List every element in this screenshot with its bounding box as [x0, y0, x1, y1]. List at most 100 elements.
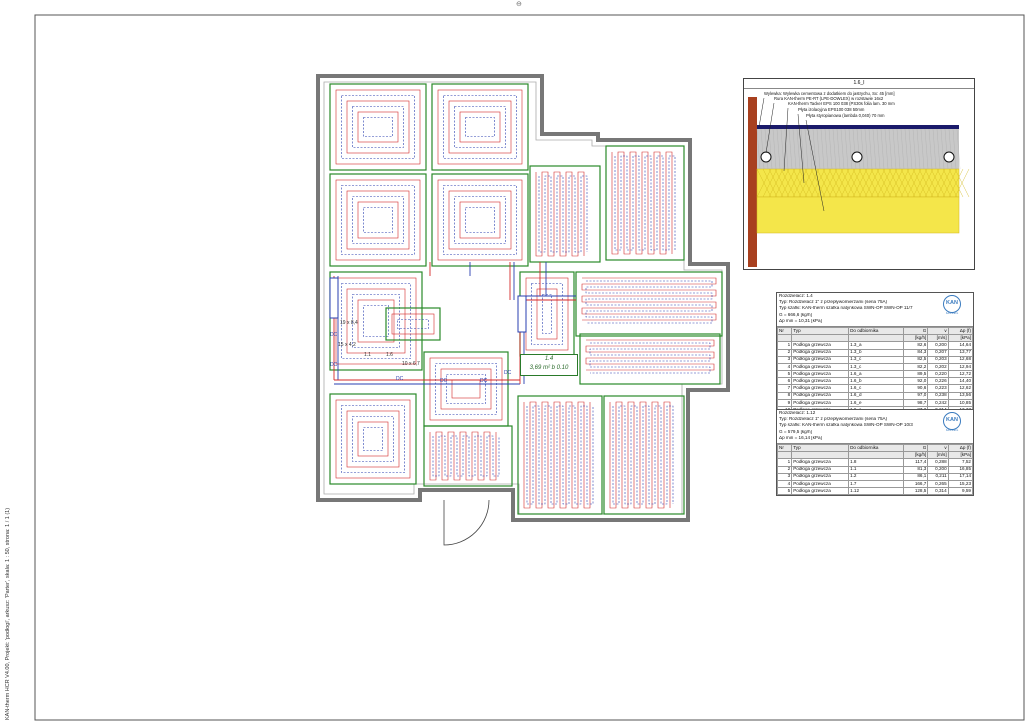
table-row: 8 Podłoga grzewcza 1.6_d 97,0 0,238 13,56 — [776, 391, 974, 400]
table-cell: 3 — [776, 355, 793, 364]
manifold-dc-mark: DC — [330, 332, 338, 338]
zone-loops — [335, 399, 411, 479]
pipe-loop — [440, 368, 492, 410]
pipe-loop — [448, 190, 512, 250]
table-header-cell: [kg/h] — [902, 451, 929, 460]
table-row: 3 Podłoga grzewcza 1.2 86,1 0,211 17,14 — [776, 472, 974, 481]
table-header-cell: [m/s] — [927, 334, 949, 343]
floor-cross-section: 1.6_I Wylewka: Wylewka cementowa z dodat… — [743, 78, 975, 270]
zone-loops — [335, 89, 421, 165]
kan-logo-sub: KAN-therm — [945, 312, 959, 315]
pipe-loop — [346, 100, 410, 154]
section-pipe — [851, 151, 863, 163]
table-header-cell: [kg/h] — [902, 334, 929, 343]
table-row: 4 Podłoga grzewcza 1.7 166,7 0,265 15,23 — [776, 479, 974, 489]
table-row: 4 Podłoga grzewcza 1.3_c 82,2 0,202 12,94 — [776, 362, 974, 372]
kan-logo: KAN KAN-therm — [937, 412, 967, 434]
table-2-line: Δp min = 16,14 [kPa] — [779, 435, 822, 440]
table-header-cell: Δp (f) — [947, 443, 974, 453]
manifold-note: 10 x 6,7 — [402, 361, 420, 367]
table-cell: 1.6_c — [848, 384, 904, 393]
pipe-loop — [352, 416, 394, 462]
table-cell: 1.3_b — [848, 348, 904, 357]
table-header-cell: Nr — [776, 326, 793, 336]
table-header-cell: Do odbiornika — [848, 443, 904, 453]
table-cell: 1.2 — [848, 472, 904, 481]
table-cell: Podłoga grzewcza — [791, 479, 850, 489]
table-row: 2 Podłoga grzewcza 1.1 81,3 0,200 16,85 — [776, 465, 974, 474]
table-cell: 128,5 — [902, 487, 929, 496]
table-2-head: Nr Typ Do odbiornika Gv Δp (f) [kg/h] [m/s] [kP… — [776, 443, 974, 460]
kan-logo-mark: KAN — [943, 295, 961, 313]
table-header-cell — [848, 334, 904, 343]
table-header-cell: Do odbiornika — [848, 326, 904, 336]
table-row: 1 Podłoga grzewcza 1.3_a 82,6 0,200 14,64 — [776, 341, 974, 350]
table-row: 5 Podłoga grzewcza 1.6_a 89,5 0,220 12,72 — [776, 370, 974, 379]
zone-loops — [609, 401, 674, 509]
pipe-loop — [363, 305, 389, 337]
zone-loops — [335, 179, 421, 261]
manifold-note: 1.1 — [364, 352, 371, 358]
pipe-loop-supply — [535, 171, 585, 257]
table-cell: Podłoga grzewcza — [791, 487, 850, 496]
zone-loops — [585, 339, 715, 374]
table-cell: 3 — [776, 472, 793, 481]
table-header-cell — [776, 334, 793, 343]
table-header-cell — [776, 451, 793, 460]
table-cell: Podłoga grzewcza — [791, 458, 850, 467]
pipe-loop — [363, 427, 383, 451]
table-cell: 82,5 — [902, 355, 929, 364]
table-cell: Podłoga grzewcza — [791, 377, 850, 386]
zone-label-name: 1.4 — [544, 356, 554, 362]
zone-loops — [535, 171, 588, 257]
table-cell: 10,85 — [947, 398, 974, 408]
screed-layer — [757, 129, 959, 169]
pipe-loop — [459, 111, 501, 143]
table-cell: 84,3 — [902, 348, 929, 357]
table-cell: 16,85 — [947, 465, 974, 474]
table-row: 3 Podłoga grzewcza 1.3_c 82,5 0,203 12,68 — [776, 355, 974, 364]
manifold-note: 19 x 8,4 — [340, 320, 358, 326]
table-cell: 1 — [776, 458, 793, 467]
table-cell: 12,68 — [947, 355, 974, 364]
table-header-cell: Nr — [776, 443, 793, 453]
table-cell: 14,40 — [947, 377, 974, 386]
heating-zone — [329, 173, 427, 267]
pipe-loop — [335, 179, 421, 261]
table-cell: 1.6_e — [848, 398, 904, 408]
pipe-loop — [346, 190, 410, 250]
table-cell: Podłoga grzewcza — [791, 362, 850, 372]
insulation-thick — [756, 196, 960, 234]
table-row: 2 Podłoga grzewcza 1.3_b 84,3 0,207 13,77 — [776, 348, 974, 357]
table-cell: 81,3 — [902, 465, 929, 474]
table-header-cell: G — [902, 326, 929, 336]
table-cell: 14,64 — [947, 341, 974, 350]
pipe-loop — [448, 100, 512, 154]
zone-label-box[interactable]: 1.4 3,69 m² b 0.10 — [520, 354, 578, 376]
table-cell: 92,0 — [902, 377, 929, 386]
table-cell: 5 — [776, 487, 793, 496]
table-cell: 1.6_d — [848, 391, 904, 400]
pipe-loop — [454, 196, 506, 244]
table-cell: 2 — [776, 348, 793, 357]
manifold-2 — [517, 295, 527, 333]
manifold-dc-mark: DC — [440, 378, 448, 384]
drawing-sheet: ⊖ KAN-therm HCR V4.00, Projekt: 'podłogi… — [0, 0, 1029, 728]
heating-zone — [329, 393, 417, 485]
layer-note: Płyta izolacyjna EPS100 038 50mm — [798, 107, 865, 112]
table-cell: 0,242 — [927, 398, 949, 408]
pipe-loop — [435, 363, 497, 415]
door-swing — [443, 499, 490, 546]
table-row: 7 Podłoga grzewcza 1.6_c 90,6 0,223 12,62 — [776, 384, 974, 393]
zone-label-value: 3,69 m² b 0.10 — [529, 365, 569, 371]
table-cell: 0,203 — [927, 355, 949, 364]
heating-zone — [575, 271, 723, 337]
table-header-cell: Typ — [791, 326, 850, 336]
table-cell: Podłoga grzewcza — [791, 384, 850, 393]
table-cell: 0,288 — [927, 458, 949, 467]
table-cell: Podłoga grzewcza — [791, 391, 850, 400]
table-cell: 98,7 — [902, 398, 929, 408]
table-2-body: 1 Podłoga grzewcza 1.8 117,4 0,288 7,52 2 Podło… — [776, 458, 974, 496]
section-pipe — [760, 151, 772, 163]
table-cell: 9,59 — [947, 487, 974, 496]
